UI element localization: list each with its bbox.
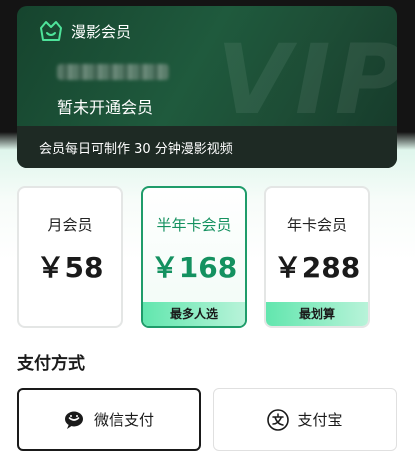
benefit-bar: 会员每日可制作 30 分钟漫影视频 xyxy=(17,126,397,168)
plan-price: ￥168 xyxy=(150,251,238,284)
plan-card-year[interactable]: 年卡会员 ￥288 最划算 xyxy=(264,186,370,328)
plan-price: ￥288 xyxy=(273,251,361,284)
plan-tag: 最划算 xyxy=(266,302,368,326)
wechat-pay-label: 微信支付 xyxy=(93,411,154,429)
wechat-pay-option[interactable]: 微信支付 xyxy=(17,388,201,451)
plan-price: ￥58 xyxy=(36,251,104,284)
payment-title: 支付方式 xyxy=(17,354,85,374)
alipay-label: 支付宝 xyxy=(297,411,343,429)
wechat-icon xyxy=(64,411,83,429)
membership-status: 暂未开通会员 xyxy=(57,98,154,117)
vip-watermark: VIP xyxy=(216,24,397,136)
plan-name: 年卡会员 xyxy=(286,216,347,234)
plan-tag: 最多人选 xyxy=(143,302,245,326)
alipay-option[interactable]: 支付宝 xyxy=(213,388,397,451)
crown-basket-icon xyxy=(40,21,62,41)
member-card: VIP 漫影会员 暂未开通会员 会员每日可制作 30 分钟漫影视频 xyxy=(17,6,397,168)
plan-card-month[interactable]: 月会员 ￥58 xyxy=(17,186,123,328)
brand-label: 漫影会员 xyxy=(71,22,132,41)
plan-card-half-year[interactable]: 半年卡会员 ￥168 最多人选 xyxy=(141,186,247,328)
plan-name: 半年卡会员 xyxy=(156,216,232,234)
blurred-username xyxy=(57,64,169,80)
alipay-icon xyxy=(267,408,290,431)
plan-name: 月会员 xyxy=(47,216,93,234)
member-brand: 漫影会员 xyxy=(39,20,131,42)
benefit-text: 会员每日可制作 30 分钟漫影视频 xyxy=(39,141,233,157)
